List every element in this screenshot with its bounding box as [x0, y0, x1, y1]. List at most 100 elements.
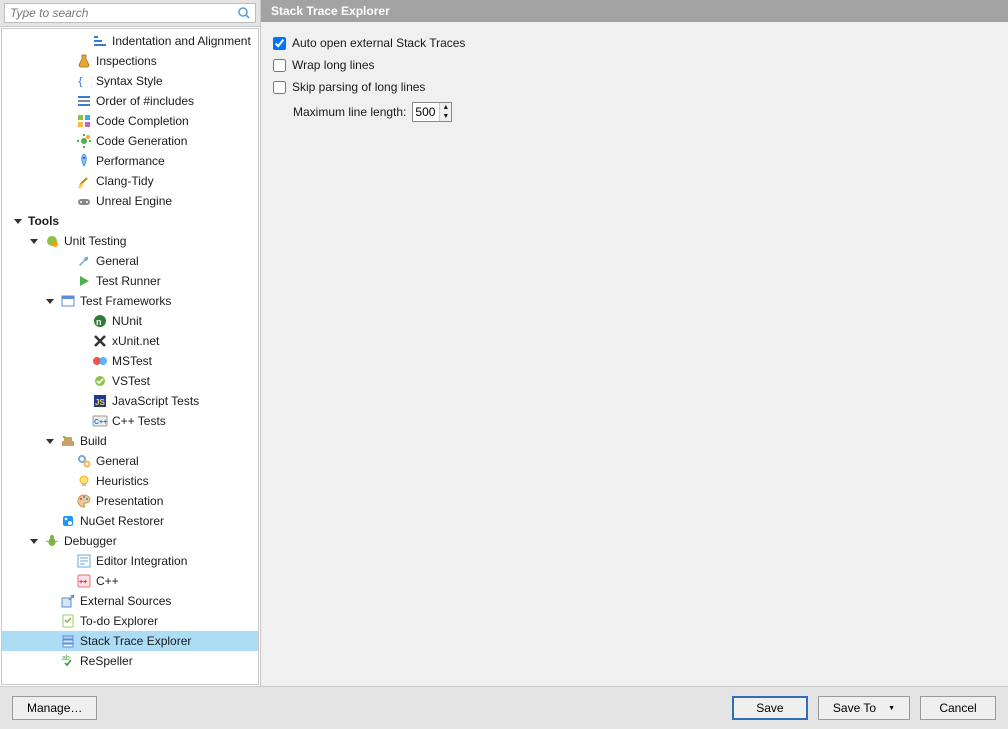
arrow-green-icon [76, 273, 92, 289]
lines-icon [76, 93, 92, 109]
tree-item-label: Tools [28, 214, 59, 228]
tree-item-label: External Sources [80, 594, 171, 608]
expander-icon [76, 35, 88, 47]
max-line-length-stepper[interactable]: ▲ ▼ [412, 102, 452, 122]
wrap-checkbox[interactable] [273, 59, 286, 72]
footer: Manage… Save Save To ▼ Cancel [0, 686, 1008, 729]
extsrc-icon [60, 593, 76, 609]
manage-button[interactable]: Manage… [12, 696, 97, 720]
expander-icon [60, 95, 72, 107]
expander-icon[interactable] [44, 295, 56, 307]
save-to-label: Save To [833, 701, 876, 715]
expander-icon [44, 615, 56, 627]
tree-item-c[interactable]: ++C++ [2, 571, 258, 591]
expander-icon [44, 595, 56, 607]
tree-item-nuget-restorer[interactable]: NuGet Restorer [2, 511, 258, 531]
wrap-label: Wrap long lines [292, 58, 375, 72]
tree-item-label: Syntax Style [96, 74, 163, 88]
window-icon [60, 293, 76, 309]
tree-item-xunit-net[interactable]: xUnit.net [2, 331, 258, 351]
tree-item-label: Code Generation [96, 134, 187, 148]
tree-item-label: Indentation and Alignment [112, 34, 251, 48]
expander-icon [44, 655, 56, 667]
tree-item-label: Code Completion [96, 114, 189, 128]
xunit-icon [92, 333, 108, 349]
expander-icon[interactable] [28, 235, 40, 247]
search-input[interactable] [4, 3, 256, 23]
expander-icon [60, 575, 72, 587]
cpp-icon: C++ [92, 413, 108, 429]
tree-item-performance[interactable]: Performance [2, 151, 258, 171]
tree-item-external-sources[interactable]: External Sources [2, 591, 258, 611]
search-bar [0, 0, 260, 27]
option-skip-parsing[interactable]: Skip parsing of long lines [273, 76, 996, 98]
tree-item-label: Presentation [96, 494, 163, 508]
tree-item-test-runner[interactable]: Test Runner [2, 271, 258, 291]
cancel-button[interactable]: Cancel [920, 696, 996, 720]
expander-icon [76, 375, 88, 387]
settings-tree[interactable]: Indentation and Alignment Inspections{ }S… [1, 28, 259, 685]
max-line-length-row: Maximum line length: ▲ ▼ [273, 102, 996, 122]
expander-icon [60, 455, 72, 467]
tree-item-debugger[interactable]: Debugger [2, 531, 258, 551]
expander-icon [60, 175, 72, 187]
tree-item-tools[interactable]: Tools [2, 211, 258, 231]
tree-item-clang-tidy[interactable]: Clang-Tidy [2, 171, 258, 191]
tree-item-build[interactable]: Build [2, 431, 258, 451]
expander-icon [76, 335, 88, 347]
tree-item-code-completion[interactable]: Code Completion [2, 111, 258, 131]
save-to-button[interactable]: Save To ▼ [818, 696, 910, 720]
tree-item-presentation[interactable]: Presentation [2, 491, 258, 511]
tree-item-inspections[interactable]: Inspections [2, 51, 258, 71]
option-auto-open[interactable]: Auto open external Stack Traces [273, 32, 996, 54]
tree-item-test-frameworks[interactable]: Test Frameworks [2, 291, 258, 311]
tree-item-indentation-and-alignment[interactable]: Indentation and Alignment [2, 31, 258, 51]
wrench-icon [76, 253, 92, 269]
tree-item-vstest[interactable]: VSTest [2, 371, 258, 391]
expander-icon[interactable] [44, 435, 56, 447]
search-icon[interactable] [236, 5, 252, 21]
tree-item-c-tests[interactable]: C++C++ Tests [2, 411, 258, 431]
tree-item-general[interactable]: General [2, 451, 258, 471]
max-line-length-input[interactable] [413, 103, 439, 121]
nunit-icon: n [92, 313, 108, 329]
gears-icon [76, 453, 92, 469]
save-button[interactable]: Save [732, 696, 808, 720]
tree-item-editor-integration[interactable]: Editor Integration [2, 551, 258, 571]
expander-icon[interactable] [28, 535, 40, 547]
broom-icon [76, 173, 92, 189]
auto-open-checkbox[interactable] [273, 37, 286, 50]
tree-item-javascript-tests[interactable]: JSJavaScript Tests [2, 391, 258, 411]
tree-item-stack-trace-explorer[interactable]: Stack Trace Explorer [2, 631, 258, 651]
tree-item-label: Heuristics [96, 474, 149, 488]
tree-item-code-generation[interactable]: Code Generation [2, 131, 258, 151]
auto-open-label: Auto open external Stack Traces [292, 36, 465, 50]
tree-item-label: Unreal Engine [96, 194, 172, 208]
tree-item-general[interactable]: General [2, 251, 258, 271]
option-wrap-long-lines[interactable]: Wrap long lines [273, 54, 996, 76]
cog-icon [76, 133, 92, 149]
expander-icon [60, 255, 72, 267]
tree-item-label: xUnit.net [112, 334, 159, 348]
skip-checkbox[interactable] [273, 81, 286, 94]
tree-item-nunit[interactable]: nNUnit [2, 311, 258, 331]
tree-item-order-of-includes[interactable]: Order of #includes [2, 91, 258, 111]
expander-icon [60, 55, 72, 67]
rocket-icon [76, 153, 92, 169]
tree-item-to-do-explorer[interactable]: To-do Explorer [2, 611, 258, 631]
editor-icon [76, 553, 92, 569]
main-panel: Stack Trace Explorer Auto open external … [261, 0, 1008, 686]
nuget-icon [60, 513, 76, 529]
tree-item-label: Clang-Tidy [96, 174, 154, 188]
tree-item-mstest[interactable]: MSTest [2, 351, 258, 371]
tree-item-unit-testing[interactable]: Unit Testing [2, 231, 258, 251]
stepper-up[interactable]: ▲ [439, 103, 451, 112]
tree-item-unreal-engine[interactable]: Unreal Engine [2, 191, 258, 211]
stepper-down[interactable]: ▼ [439, 112, 451, 121]
tree-item-syntax-style[interactable]: { }Syntax Style [2, 71, 258, 91]
tree-item-label: To-do Explorer [80, 614, 158, 628]
expander-icon[interactable] [12, 215, 24, 227]
tree-item-heuristics[interactable]: Heuristics [2, 471, 258, 491]
tree-item-respeller[interactable]: abReSpeller [2, 651, 258, 671]
expander-icon [60, 495, 72, 507]
